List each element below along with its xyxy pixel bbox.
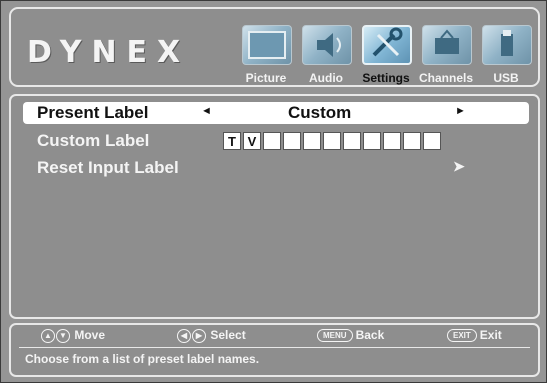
footer-bar: ▲ ▼ Move ◀ ▶ Select MENU Back EXIT Exit Choo… [9, 323, 540, 377]
tv-menu-frame: DYNEX Picture Audio Settings Channels US… [0, 0, 547, 383]
char-box[interactable] [363, 132, 381, 150]
menu-tabs: Picture Audio Settings Channels USB [236, 21, 541, 87]
back-label: Back [355, 328, 385, 342]
char-box[interactable] [403, 132, 421, 150]
picture-icon [242, 25, 292, 65]
tab-picture[interactable]: Picture [236, 21, 296, 87]
tab-usb[interactable]: USB [476, 21, 536, 87]
present-label-row[interactable]: Present Label ◄ Custom ► [23, 102, 529, 124]
tab-label: Settings [362, 71, 410, 85]
down-key-icon: ▼ [56, 328, 70, 343]
chevron-right-icon[interactable]: ➤ [453, 158, 465, 175]
tab-channels[interactable]: Channels [416, 21, 476, 87]
settings-icon [362, 25, 412, 65]
tab-label: Audio [309, 71, 343, 85]
move-hint: ▲ ▼ Move [41, 328, 105, 343]
remote-key-hints: ▲ ▼ Move ◀ ▶ Select MENU Back EXIT Exit [11, 328, 542, 344]
char-box[interactable] [263, 132, 281, 150]
tab-audio[interactable]: Audio [296, 21, 356, 87]
tab-label: USB [493, 71, 519, 85]
tab-label: Picture [245, 71, 287, 85]
char-box[interactable] [303, 132, 321, 150]
usb-icon [482, 25, 532, 65]
channels-icon [422, 25, 472, 65]
tab-label: Channels [418, 71, 473, 85]
help-text: Choose from a list of preset label names… [25, 352, 260, 366]
char-box[interactable]: V [243, 132, 261, 150]
menu-header: DYNEX Picture Audio Settings Channels US… [9, 7, 540, 87]
arrow-left-icon[interactable]: ◄ [201, 105, 212, 117]
char-box[interactable] [343, 132, 361, 150]
exit-label: Exit [479, 328, 502, 342]
back-hint: MENU Back [317, 328, 385, 343]
right-key-icon: ▶ [192, 328, 206, 343]
select-hint: ◀ ▶ Select [177, 328, 246, 343]
present-label-name: Present Label [37, 103, 149, 122]
present-label-value: Custom [288, 103, 352, 122]
char-box[interactable]: T [223, 132, 241, 150]
up-key-icon: ▲ [41, 328, 55, 343]
footer-divider [19, 347, 530, 348]
brand-logo: DYNEX [27, 35, 191, 70]
left-key-icon: ◀ [177, 328, 191, 343]
custom-label-chars[interactable]: T V [223, 132, 443, 150]
settings-panel: Present Label ◄ Custom ► Custom Label T … [9, 94, 540, 319]
audio-icon [302, 25, 352, 65]
custom-label-name: Custom Label [37, 131, 150, 150]
char-box[interactable] [283, 132, 301, 150]
exit-hint: EXIT Exit [447, 328, 502, 343]
custom-label-row[interactable]: Custom Label T V [23, 130, 529, 152]
tab-settings[interactable]: Settings [356, 21, 416, 87]
menu-key-icon: MENU [317, 329, 353, 343]
select-label: Select [210, 328, 246, 342]
exit-key-icon: EXIT [447, 329, 477, 343]
char-box[interactable] [383, 132, 401, 150]
reset-input-label-name: Reset Input Label [37, 158, 179, 177]
char-box[interactable] [423, 132, 441, 150]
move-label: Move [74, 328, 106, 342]
arrow-right-icon[interactable]: ► [455, 105, 466, 117]
char-box[interactable] [323, 132, 341, 150]
reset-input-label-row[interactable]: Reset Input Label ➤ [23, 157, 529, 179]
